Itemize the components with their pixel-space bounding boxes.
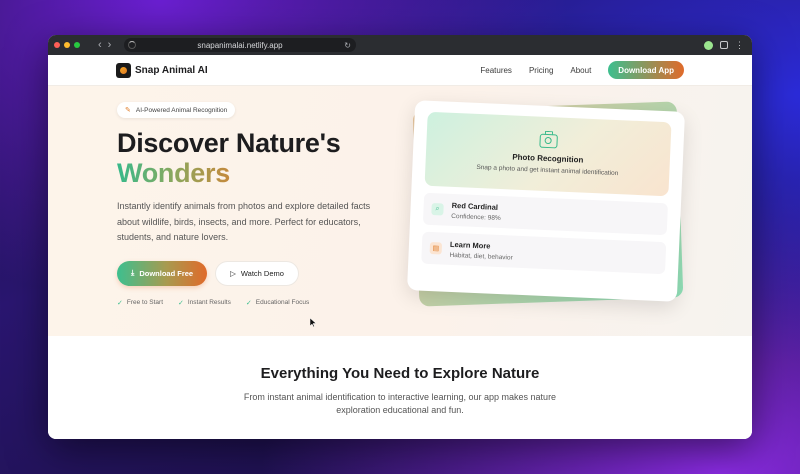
address-bar[interactable]: snapanimalai.netlify.app ↻ bbox=[124, 38, 356, 52]
reload-icon[interactable]: ↻ bbox=[344, 41, 351, 50]
extension-icon[interactable] bbox=[704, 40, 713, 50]
browser-menu-icon[interactable]: ⋮ bbox=[735, 41, 744, 50]
camera-icon bbox=[539, 133, 558, 149]
site-header: Snap Animal AI Features Pricing About Do… bbox=[48, 55, 752, 86]
feature-checks: ✓ Free to Start ✓ Instant Results ✓ Educati… bbox=[117, 299, 407, 307]
ai-badge: ✎ AI-Powered Animal Recognition bbox=[117, 102, 236, 118]
forward-arrow-icon[interactable]: › bbox=[108, 39, 112, 51]
loading-spinner-icon bbox=[128, 41, 136, 49]
check-item: ✓ Educational Focus bbox=[246, 299, 309, 307]
features-title: Everything You Need to Explore Nature bbox=[260, 365, 540, 382]
play-icon: ▷ bbox=[230, 268, 236, 278]
window-controls bbox=[54, 42, 80, 48]
browser-toolbar: ‹ › snapanimalai.netlify.app ↻ ⋮ bbox=[48, 35, 752, 55]
book-icon: ▤ bbox=[429, 241, 443, 255]
url-text: snapanimalai.netlify.app bbox=[197, 40, 283, 50]
hero-section: ✎ AI-Powered Animal Recognition Discover… bbox=[48, 86, 752, 336]
download-icon: ⤓ bbox=[131, 268, 135, 277]
nav-link-pricing[interactable]: Pricing bbox=[529, 66, 553, 75]
puzzle-extensions-icon[interactable] bbox=[720, 41, 728, 49]
checkmark-icon: ✓ bbox=[117, 299, 123, 307]
features-section: Everything You Need to Explore Nature Fr… bbox=[48, 336, 752, 439]
nav-links: Features Pricing About Download App bbox=[463, 61, 684, 79]
badge-label: AI-Powered Animal Recognition bbox=[135, 106, 228, 114]
photo-recognition-subtitle: Snap a photo and get instant animal iden… bbox=[476, 163, 619, 178]
nav-link-features[interactable]: Features bbox=[480, 66, 512, 75]
check-item: ✓ Free to Start bbox=[117, 299, 163, 307]
photo-recognition-panel: Photo Recognition Snap a photo and get i… bbox=[424, 111, 672, 197]
brand-name[interactable]: Snap Animal AI bbox=[135, 65, 208, 76]
learn-more-title: Learn More bbox=[449, 239, 491, 251]
back-arrow-icon[interactable]: ‹ bbox=[98, 39, 102, 51]
watch-demo-button[interactable]: ▷ Watch Demo bbox=[215, 260, 299, 286]
checkmark-icon: ✓ bbox=[245, 299, 252, 307]
hero-title-highlight: Wonders bbox=[117, 158, 230, 188]
maximize-window-button[interactable] bbox=[74, 42, 80, 48]
download-free-label: Download Free bbox=[139, 268, 194, 278]
browser-window: ‹ › snapanimalai.netlify.app ↻ ⋮ Snap An… bbox=[48, 35, 752, 439]
check-label: Instant Results bbox=[187, 299, 231, 306]
mouse-cursor-icon bbox=[310, 318, 316, 327]
logo-icon[interactable] bbox=[116, 62, 131, 78]
result-row: ⌕ Red Cardinal Confidence: 98% bbox=[422, 192, 669, 236]
photo-recognition-title: Photo Recognition bbox=[512, 152, 584, 165]
checkmark-icon: ✓ bbox=[178, 299, 184, 307]
close-window-button[interactable] bbox=[54, 42, 60, 48]
tag-icon: ✎ bbox=[125, 107, 131, 114]
check-label: Educational Focus bbox=[255, 299, 310, 306]
minimize-window-button[interactable] bbox=[64, 42, 70, 48]
result-confidence: Confidence: 98% bbox=[451, 212, 501, 222]
hero-description: Instantly identify animals from photos a… bbox=[117, 201, 371, 242]
search-icon: ⌕ bbox=[431, 203, 444, 216]
nav-link-about[interactable]: About bbox=[570, 66, 591, 75]
download-free-button[interactable]: ⤓ Download Free bbox=[117, 260, 208, 286]
preview-card: Photo Recognition Snap a photo and get i… bbox=[406, 100, 686, 302]
download-app-button[interactable]: Download App bbox=[608, 61, 684, 79]
learn-more-subtitle: Habitat, diet, behavior bbox=[449, 251, 513, 262]
result-title: Red Cardinal bbox=[451, 200, 499, 212]
learn-more-row: ▤ Learn More Habitat, diet, behavior bbox=[421, 231, 667, 275]
check-label: Free to Start bbox=[126, 299, 163, 306]
check-item: ✓ Instant Results bbox=[178, 299, 231, 307]
watch-demo-label: Watch Demo bbox=[240, 268, 284, 278]
features-subtitle: From instant animal identification to in… bbox=[243, 392, 557, 415]
app-preview-card: Photo Recognition Snap a photo and get i… bbox=[406, 100, 688, 307]
hero-title: Discover Nature's bbox=[117, 128, 341, 158]
